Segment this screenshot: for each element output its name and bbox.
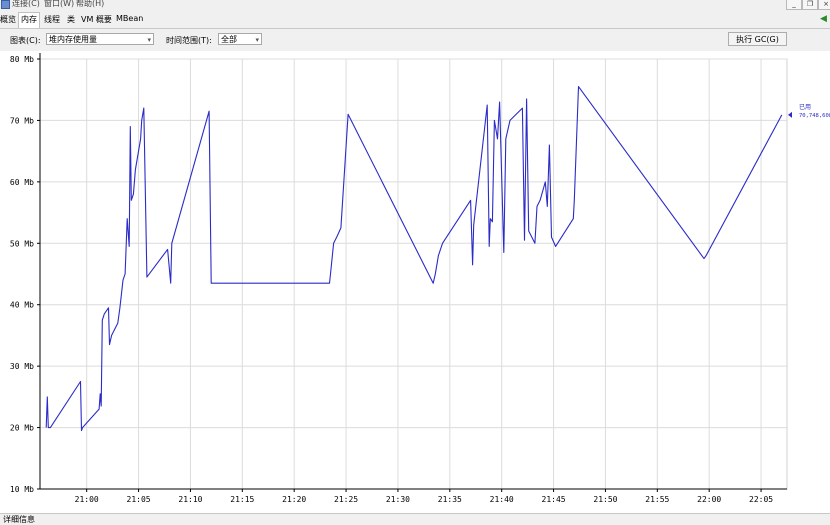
x-tick-label: 21:00 xyxy=(75,495,99,504)
x-tick-label: 21:45 xyxy=(542,495,566,504)
tab-vm-summary[interactable]: VM 概要 xyxy=(81,14,112,25)
chevron-down-icon: ▾ xyxy=(255,36,259,44)
minimize-button[interactable]: _ xyxy=(786,0,802,10)
y-tick-label: 10 Mb xyxy=(10,485,34,494)
perform-gc-button[interactable]: 执行 GC(G) xyxy=(728,32,787,46)
y-tick-label: 80 Mb xyxy=(10,55,34,64)
current-value-marker xyxy=(788,111,792,118)
x-tick-label: 21:15 xyxy=(230,495,254,504)
x-tick-label: 21:30 xyxy=(386,495,410,504)
tab-mbean[interactable]: MBean xyxy=(116,14,143,23)
x-tick-label: 21:25 xyxy=(334,495,358,504)
x-tick-label: 21:20 xyxy=(282,495,306,504)
chart-select[interactable]: 堆内存使用量 ▾ xyxy=(46,33,154,45)
y-tick-label: 20 Mb xyxy=(10,424,34,433)
menu-window[interactable]: 窗口(W) xyxy=(44,0,74,9)
x-tick-label: 21:10 xyxy=(178,495,202,504)
y-tick-label: 70 Mb xyxy=(10,116,34,125)
menubar: 连接(C) 窗口(W) 帮助(H) _ ❐ × xyxy=(0,0,830,10)
connection-status-icon[interactable]: ◀ xyxy=(820,14,828,24)
tab-classes[interactable]: 类 xyxy=(67,14,75,25)
menu-connection[interactable]: 连接(C) xyxy=(12,0,40,9)
x-tick-label: 22:05 xyxy=(749,495,773,504)
range-label: 时间范围(T): xyxy=(166,36,212,45)
x-tick-label: 22:00 xyxy=(697,495,721,504)
status-bar: 详细信息 xyxy=(0,513,830,525)
y-tick-label: 30 Mb xyxy=(10,362,34,371)
tab-strip: 概览 内存 线程 类 VM 概要 MBean ◀ xyxy=(0,11,830,29)
x-tick-label: 21:05 xyxy=(127,495,151,504)
y-tick-label: 50 Mb xyxy=(10,239,34,248)
legend-label: 已用 xyxy=(799,104,811,111)
chart-label: 图表(C): xyxy=(10,36,41,45)
restore-button[interactable]: ❐ xyxy=(802,0,818,10)
y-tick-label: 60 Mb xyxy=(10,178,34,187)
legend-value: 70,748,608 xyxy=(799,113,830,119)
x-tick-label: 21:35 xyxy=(438,495,462,504)
plot-frame xyxy=(39,58,788,490)
tab-memory[interactable]: 内存 xyxy=(18,12,40,28)
x-tick-label: 21:55 xyxy=(645,495,669,504)
app-icon xyxy=(1,0,10,9)
menu-help[interactable]: 帮助(H) xyxy=(76,0,104,9)
x-tick-label: 21:40 xyxy=(490,495,514,504)
y-tick-label: 40 Mb xyxy=(10,301,34,310)
toolbar: 图表(C): 堆内存使用量 ▾ 时间范围(T): 全部 ▾ 执行 GC(G) xyxy=(0,29,830,51)
x-tick-label: 21:50 xyxy=(593,495,617,504)
chart-svg: 80 Mb 70 Mb 60 Mb 50 Mb 40 Mb 30 Mb 20 Mb 10 Mb… xyxy=(10,53,830,504)
range-select[interactable]: 全部 ▾ xyxy=(218,33,262,45)
range-select-value: 全部 xyxy=(221,35,237,44)
chevron-down-icon: ▾ xyxy=(147,36,151,44)
close-button[interactable]: × xyxy=(818,0,830,10)
chart-select-value: 堆内存使用量 xyxy=(49,35,97,44)
tab-overview[interactable]: 概览 xyxy=(0,14,16,25)
details-label: 详细信息 xyxy=(3,515,35,524)
heap-memory-chart: 80 Mb 70 Mb 60 Mb 50 Mb 40 Mb 30 Mb 20 Mb 10 Mb… xyxy=(0,51,830,513)
tab-threads[interactable]: 线程 xyxy=(44,14,60,25)
